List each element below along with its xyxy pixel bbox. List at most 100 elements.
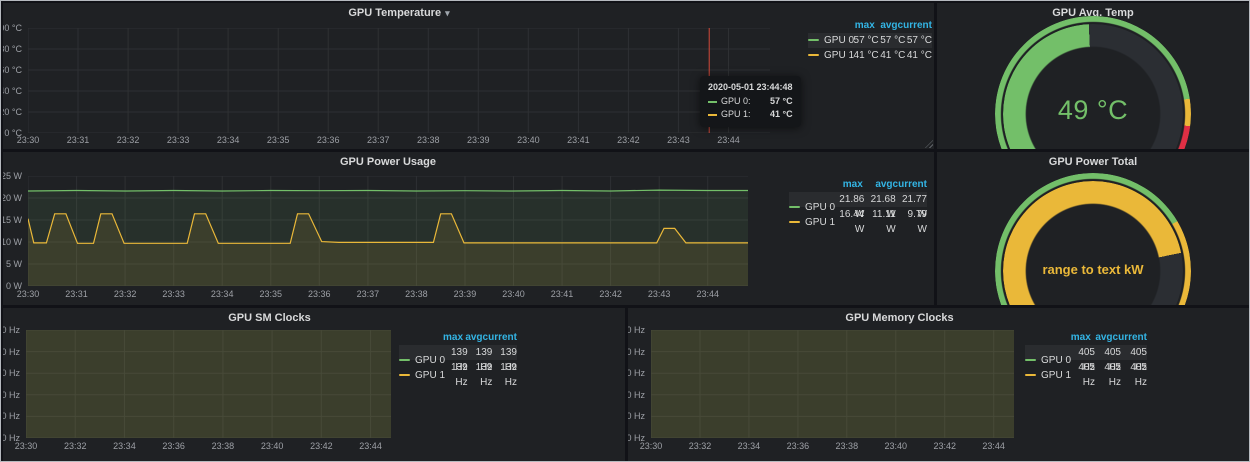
y-axis-tick: 80 Hz	[3, 347, 20, 357]
legend-header[interactable]: avg	[463, 330, 483, 345]
legend-header[interactable]: current	[893, 177, 927, 192]
x-axis-tick: 23:41	[567, 135, 590, 145]
y-axis-tick: 25 W	[3, 171, 22, 181]
y-axis-tick: 60 °C	[3, 65, 22, 75]
series-dash-icon	[808, 54, 819, 56]
legend-header[interactable]: current	[898, 18, 932, 33]
legend-row: GPU 057 °C57 °C57 °C	[808, 33, 932, 48]
x-axis-tick: 23:31	[67, 135, 90, 145]
gpu-temperature-chart[interactable]	[28, 28, 770, 133]
legend-value: 9.79 W	[896, 207, 927, 237]
series-dash-icon	[1025, 359, 1036, 361]
legend-series-toggle[interactable]: GPU 0	[399, 353, 443, 368]
tooltip-series-name: GPU 0:	[721, 95, 751, 108]
legend-series-toggle[interactable]: GPU 1	[399, 368, 443, 383]
legend-series-toggle[interactable]: GPU 1	[808, 48, 852, 63]
x-axis-tick: 23:34	[113, 441, 136, 451]
x-axis-tick: 23:40	[517, 135, 540, 145]
legend-header[interactable]: current	[1113, 330, 1147, 345]
legend-gpu-sm-clocks: maxavgcurrentGPU 0139 Hz139 Hz139 HzGPU …	[399, 330, 517, 375]
grafana-dashboard: GPU Temperature▾ 100 °C80 °C60 °C40 °C20…	[0, 0, 1250, 462]
y-axis-tick: 10 W	[3, 237, 22, 247]
legend-series-toggle[interactable]: GPU 0	[808, 33, 852, 48]
gpu-power-usage-chart[interactable]	[28, 176, 748, 286]
x-axis-tick: 23:32	[64, 441, 87, 451]
panel-title-gpu-power-usage[interactable]: GPU Power Usage	[28, 156, 748, 168]
y-axis-tick: 60 Hz	[3, 368, 20, 378]
y-axis-tick: 100 Hz	[628, 325, 645, 335]
x-axis-tick: 23:30	[15, 441, 38, 451]
panel-gpu-memory-clocks: GPU Memory Clocks 100 Hz80 Hz60 Hz40 Hz2…	[628, 308, 1249, 461]
gpu-memory-clocks-chart[interactable]	[651, 330, 1014, 438]
chart-tooltip: 2020-05-01 23:44:48 GPU 0:57 °C GPU 1:41…	[700, 76, 801, 127]
series-dash-icon	[399, 359, 410, 361]
gauge-value-text: 49 °C	[937, 95, 1249, 126]
legend-series-toggle[interactable]: GPU 0	[1025, 353, 1069, 368]
x-axis-tick: 23:40	[885, 441, 908, 451]
panel-gpu-power-usage: GPU Power Usage 25 W20 W15 W10 W5 W0 W 2…	[3, 152, 934, 305]
legend-header[interactable]: max	[1069, 330, 1091, 345]
x-axis-tick: 23:38	[405, 289, 428, 299]
y-axis-tick: 80 Hz	[628, 347, 645, 357]
gpu-temperature-plot[interactable]	[28, 28, 770, 133]
x-axis-tick: 23:38	[417, 135, 440, 145]
legend-series-toggle[interactable]: GPU 1	[789, 215, 833, 230]
y-axis-tick: 15 W	[3, 215, 22, 225]
series-dash-icon	[789, 206, 800, 208]
y-axis-tick: 20 Hz	[3, 411, 20, 421]
x-axis-tick: 23:35	[267, 135, 290, 145]
y-axis: 100 Hz80 Hz60 Hz40 Hz20 Hz0 Hz	[628, 330, 648, 438]
x-axis-tick: 23:42	[310, 441, 333, 451]
legend-header[interactable]: avg	[875, 18, 898, 33]
x-axis-tick: 23:35	[259, 289, 282, 299]
y-axis: 100 °C80 °C60 °C40 °C20 °C0 °C	[3, 28, 25, 133]
series-dash-icon	[808, 39, 819, 41]
x-axis-tick: 23:44	[717, 135, 740, 145]
legend-value: 139 Hz	[492, 360, 517, 390]
legend-value: 16.44 W	[833, 207, 864, 237]
x-axis-tick: 23:43	[648, 289, 671, 299]
panel-resize-handle[interactable]	[925, 140, 933, 148]
gpu-sm-clocks-chart[interactable]	[26, 330, 391, 438]
y-axis-tick: 20 °C	[3, 107, 22, 117]
panel-title-gpu-sm-clocks[interactable]: GPU SM Clocks	[26, 312, 513, 324]
legend-header[interactable]: current	[483, 330, 517, 345]
panel-title-text: GPU SM Clocks	[228, 312, 311, 324]
panel-title-gpu-temperature[interactable]: GPU Temperature▾	[28, 7, 770, 19]
legend-header[interactable]: max	[443, 330, 463, 345]
gpu-sm-clocks-plot[interactable]	[26, 330, 391, 438]
legend-header[interactable]: avg	[1091, 330, 1113, 345]
x-axis-tick: 23:38	[836, 441, 859, 451]
legend-header[interactable]: max	[833, 177, 863, 192]
gpu-power-usage-plot[interactable]	[28, 176, 748, 286]
gauge-value-text: range to text kW	[937, 262, 1249, 277]
x-axis-tick: 23:34	[738, 441, 761, 451]
legend-value: 57 °C	[879, 33, 906, 48]
legend-value: 57 °C	[905, 33, 932, 48]
x-axis: 23:3023:3123:3223:3323:3423:3523:3623:37…	[28, 289, 748, 299]
x-axis-tick: 23:40	[261, 441, 284, 451]
legend-value: 405 Hz	[1121, 360, 1147, 390]
legend-value: 139 Hz	[468, 360, 493, 390]
panel-title-gpu-memory-clocks[interactable]: GPU Memory Clocks	[651, 312, 1148, 324]
x-axis-tick: 23:33	[167, 135, 190, 145]
legend-header-row: maxavgcurrent	[808, 18, 932, 33]
tooltip-series-value: 41 °C	[762, 108, 793, 121]
legend-series-toggle[interactable]: GPU 1	[1025, 368, 1069, 383]
series-dash-icon	[789, 221, 800, 223]
gpu-memory-clocks-plot[interactable]	[651, 330, 1014, 438]
legend-value: 139 Hz	[443, 360, 468, 390]
x-axis-tick: 23:36	[787, 441, 810, 451]
x-axis-tick: 23:42	[617, 135, 640, 145]
tooltip-series-name: GPU 1:	[721, 108, 751, 121]
legend-header[interactable]: max	[852, 18, 875, 33]
x-axis-tick: 23:39	[454, 289, 477, 299]
legend-header[interactable]: avg	[863, 177, 893, 192]
series-dash-icon	[708, 101, 717, 103]
panel-title-gpu-power-total[interactable]: GPU Power Total	[937, 156, 1249, 168]
legend-gpu-memory-clocks: maxavgcurrentGPU 0405 Hz405 Hz405 HzGPU …	[1025, 330, 1147, 375]
legend-series-toggle[interactable]: GPU 0	[789, 200, 833, 215]
legend-value: 405 Hz	[1069, 360, 1095, 390]
legend-value: 57 °C	[852, 33, 879, 48]
y-axis-tick: 20 W	[3, 193, 22, 203]
